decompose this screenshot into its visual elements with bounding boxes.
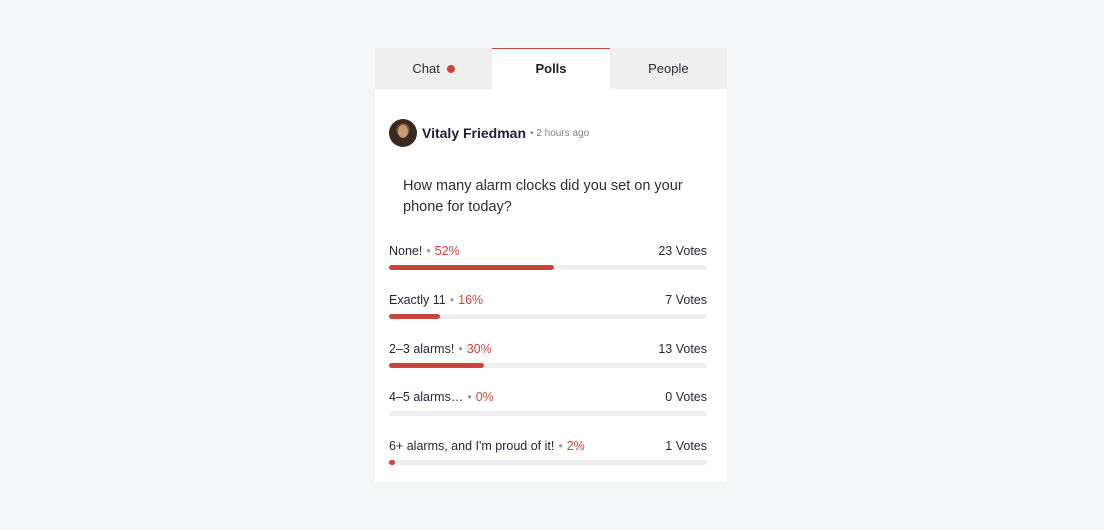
option-percent: 0%: [475, 390, 494, 405]
progress-fill: [389, 460, 396, 466]
option-votes: 0 Votes: [665, 390, 707, 405]
option-percent: 16%: [458, 292, 484, 307]
option-votes: 23 Votes: [658, 244, 707, 258]
option-separator: •: [558, 439, 563, 454]
notification-dot-icon: [446, 64, 455, 73]
option-label: 2–3 alarms!: [389, 341, 455, 356]
tab-people[interactable]: People: [609, 48, 727, 89]
poll-option[interactable]: Exactly 11 • 16% 7 Votes: [389, 291, 707, 340]
poll-option[interactable]: 2–3 alarms! • 30% 13 Votes: [389, 340, 707, 389]
option-votes: 1 Votes: [665, 439, 707, 454]
author-name[interactable]: Vitaly Friedman: [422, 125, 526, 141]
tab-polls-label: Polls: [535, 61, 567, 76]
option-separator: •: [458, 341, 463, 356]
option-percent: 30%: [466, 341, 492, 356]
option-votes: 13 Votes: [658, 341, 707, 356]
option-separator: •: [426, 244, 431, 258]
progress-track: [389, 362, 707, 368]
option-percent: 2%: [566, 439, 585, 454]
progress-track: [389, 313, 707, 319]
poll-options: None! • 52% 23 Votes Exactly 11 • 16% 7 Vote…: [389, 242, 707, 486]
avatar[interactable]: [389, 119, 417, 147]
tab-people-label: People: [648, 61, 689, 76]
progress-track: [389, 265, 707, 270]
post-header: Vitaly Friedman • 2 hours ago: [389, 119, 589, 147]
option-label: Exactly 11: [389, 292, 446, 307]
option-votes: 7 Votes: [665, 292, 707, 307]
tab-chat[interactable]: Chat: [375, 48, 493, 89]
option-label: 4–5 alarms…: [389, 390, 464, 405]
progress-track: [389, 411, 707, 417]
option-label: 6+ alarms, and I'm proud of it!: [389, 439, 555, 454]
option-separator: •: [449, 292, 455, 307]
tab-bar: Chat Polls People: [375, 48, 727, 89]
poll-question: How many alarm clocks did you set on you…: [403, 178, 683, 215]
polls-panel: Chat Polls People Vitaly Friedman • 2 ho…: [375, 48, 727, 482]
poll-option[interactable]: None! • 52% 23 Votes: [389, 242, 707, 291]
tab-chat-label: Chat: [412, 61, 440, 76]
post-meta: • 2 hours ago: [530, 128, 589, 139]
option-percent: 52%: [434, 244, 460, 258]
progress-fill: [389, 362, 485, 368]
post-time: 2 hours ago: [536, 127, 590, 139]
poll-option[interactable]: 6+ alarms, and I'm proud of it! • 2% 1 Vot…: [389, 437, 707, 486]
option-label: None!: [389, 244, 423, 258]
progress-track: [389, 460, 707, 466]
progress-fill: [389, 265, 555, 270]
meta-separator: •: [530, 127, 534, 139]
option-separator: •: [467, 390, 472, 405]
poll-option[interactable]: 4–5 alarms… • 0% 0 Votes: [389, 388, 707, 437]
progress-fill: [389, 313, 440, 319]
tab-polls[interactable]: Polls: [492, 48, 610, 89]
